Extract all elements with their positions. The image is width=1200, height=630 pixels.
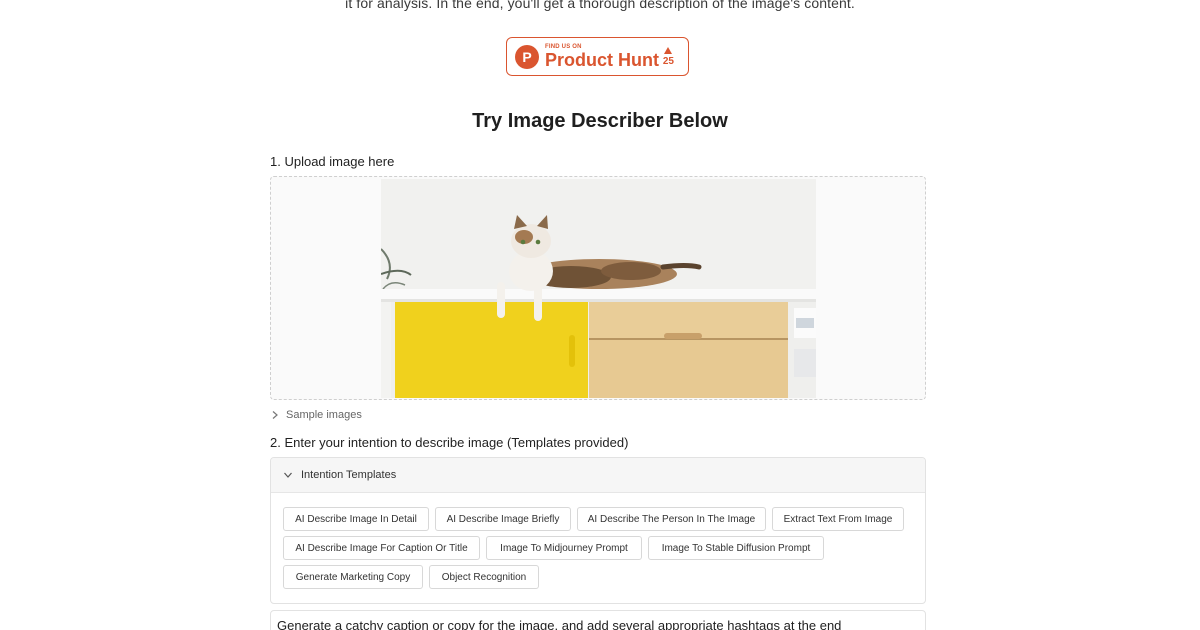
- page-title: Try Image Describer Below: [472, 110, 728, 132]
- product-hunt-votes: 25: [662, 46, 674, 67]
- template-chip-describe-detail[interactable]: AI Describe Image In Detail: [283, 507, 429, 531]
- chevron-down-icon: [284, 472, 292, 478]
- sample-images-toggle[interactable]: Sample images: [270, 409, 362, 421]
- intention-step-label: 2. Enter your intention to describe imag…: [270, 435, 629, 450]
- upvote-arrow-icon: [664, 46, 673, 54]
- intention-templates-toggle[interactable]: Intention Templates: [271, 458, 925, 493]
- intro-text: it for analysis. In the end, you'll get …: [345, 0, 855, 11]
- cat-on-cabinet-image: [381, 179, 816, 398]
- uploaded-image-preview: [381, 179, 816, 398]
- template-chip-describe-briefly[interactable]: AI Describe Image Briefly: [435, 507, 571, 531]
- template-chip-caption-title[interactable]: AI Describe Image For Caption Or Title: [283, 536, 480, 560]
- chevron-right-icon: [272, 411, 278, 419]
- template-chip-stable-diffusion[interactable]: Image To Stable Diffusion Prompt: [648, 536, 824, 560]
- intention-prompt-input[interactable]: Generate a catchy caption or copy for th…: [270, 610, 926, 630]
- template-chip-marketing-copy[interactable]: Generate Marketing Copy: [283, 565, 423, 589]
- vote-count: 25: [662, 55, 674, 67]
- template-chip-midjourney[interactable]: Image To Midjourney Prompt: [486, 536, 642, 560]
- template-chip-extract-text[interactable]: Extract Text From Image: [772, 507, 904, 531]
- intention-templates-title: Intention Templates: [301, 469, 397, 481]
- intention-templates-panel: Intention Templates AI Describe Image In…: [270, 457, 926, 604]
- product-hunt-name: Product Hunt: [545, 50, 659, 70]
- template-chip-object-recognition[interactable]: Object Recognition: [429, 565, 539, 589]
- product-hunt-logo-icon: P: [515, 44, 539, 69]
- upload-dropzone[interactable]: [270, 176, 926, 400]
- sample-images-label: Sample images: [286, 409, 362, 421]
- upload-step-label: 1. Upload image here: [270, 154, 395, 169]
- template-chip-describe-person[interactable]: AI Describe The Person In The Image: [577, 507, 766, 531]
- product-hunt-badge[interactable]: P FIND US ON Product Hunt 25: [506, 37, 689, 76]
